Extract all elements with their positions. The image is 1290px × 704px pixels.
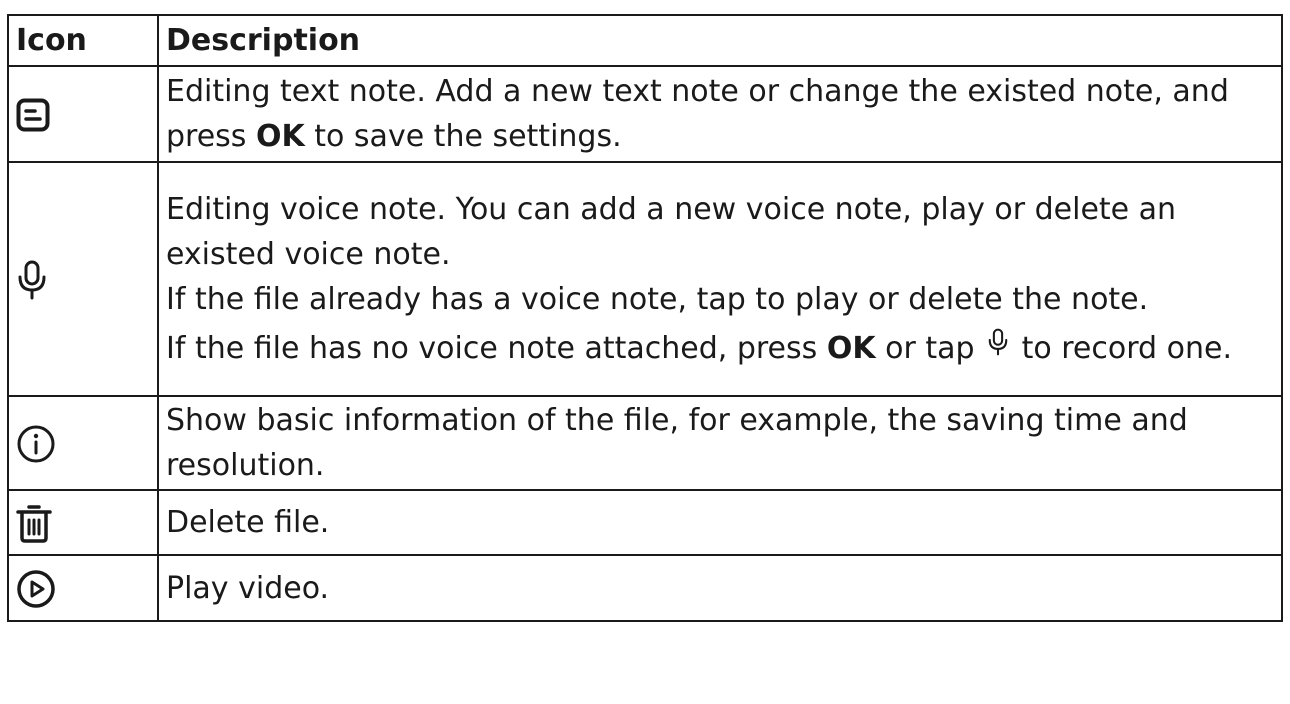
ok-key-label: OK bbox=[255, 119, 305, 154]
info-icon bbox=[17, 425, 55, 463]
table-row: Editing text note. Add a new text note o… bbox=[7, 65, 1283, 163]
description-cell: Delete file. bbox=[157, 489, 1283, 556]
icon-cell bbox=[7, 161, 159, 397]
icon-cell bbox=[7, 395, 159, 491]
description-cell: Editing text note. Add a new text note o… bbox=[157, 65, 1283, 163]
table-header-row: Icon Description bbox=[7, 14, 1283, 67]
description-text: to save the settings. bbox=[304, 119, 622, 154]
header-description: Description bbox=[157, 14, 1283, 67]
description-cell: Play video. bbox=[157, 554, 1283, 622]
icon-cell bbox=[7, 65, 159, 163]
description-cell: Editing voice note. You can add a new vo… bbox=[157, 161, 1283, 397]
text-note-icon bbox=[16, 98, 50, 132]
icon-cell bbox=[7, 554, 159, 622]
description-paragraph: Editing voice note. You can add a new vo… bbox=[166, 192, 1177, 272]
trash-icon bbox=[16, 504, 52, 543]
microphone-icon bbox=[18, 260, 46, 300]
description-cell: Show basic information of the file, for … bbox=[157, 395, 1283, 491]
description-paragraph: If the file has no voice note attached, … bbox=[166, 326, 1281, 371]
description-text: If the file has no voice note attached, … bbox=[166, 331, 827, 366]
table-row: Editing voice note. You can add a new vo… bbox=[7, 161, 1283, 397]
icon-description-table: Icon Description Editing text note. Add … bbox=[7, 14, 1283, 622]
description-text: to record one. bbox=[1012, 331, 1232, 366]
ok-key-label: OK bbox=[826, 331, 876, 366]
description-text: or tap bbox=[875, 331, 985, 366]
microphone-icon bbox=[988, 328, 1008, 356]
table-row: Delete file. bbox=[7, 489, 1283, 556]
header-icon: Icon bbox=[7, 14, 159, 67]
table-row: Show basic information of the file, for … bbox=[7, 395, 1283, 491]
table-row: Play video. bbox=[7, 554, 1283, 622]
icon-cell bbox=[7, 489, 159, 556]
description-paragraph: If the file already has a voice note, ta… bbox=[166, 282, 1149, 317]
play-circle-icon bbox=[17, 570, 55, 608]
